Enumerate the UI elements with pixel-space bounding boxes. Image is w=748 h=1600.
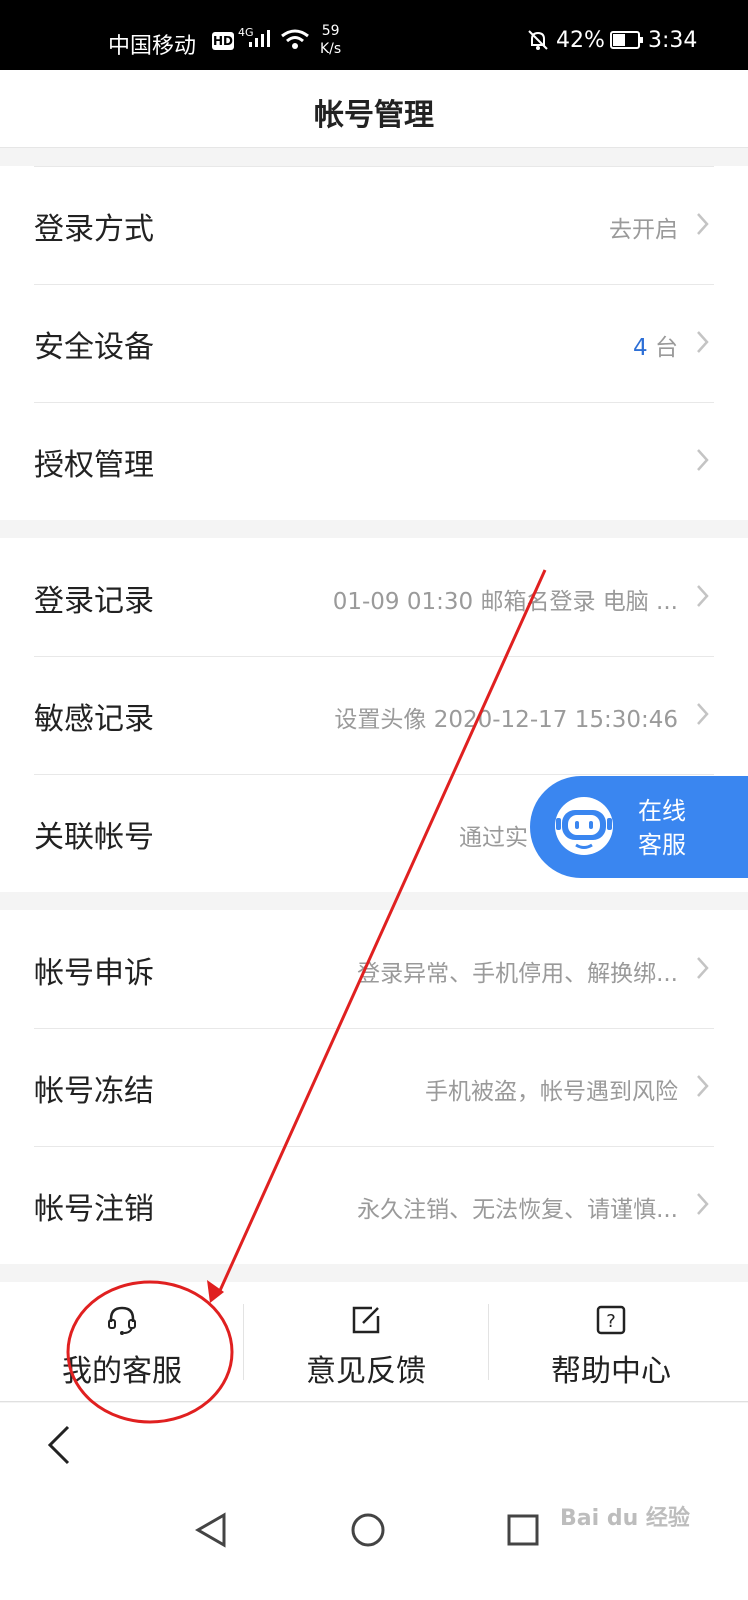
device-unit: 台 (647, 335, 678, 361)
row-value: 01-09 01:30 邮箱名登录 电脑 ... (332, 589, 678, 615)
online-service-button[interactable]: 在线客服 (530, 776, 748, 878)
row-account-cancel[interactable]: 帐号注销 永久注销、无法恢复、请谨慎... (0, 1146, 748, 1264)
row-value: 设置头像 2020-12-17 15:30:46 (334, 707, 678, 733)
robot-agent-icon (546, 796, 622, 862)
hd-badge: HD (212, 32, 234, 50)
back-bar (0, 1403, 748, 1487)
row-security-devices[interactable]: 安全设备 4 台 (0, 284, 748, 402)
network-speed: 59 K/s (320, 22, 341, 58)
settings-group-account: 帐号申诉 登录异常、手机停用、解换绑... 帐号冻结 手机被盗，帐号遇到风险 帐… (0, 910, 748, 1264)
divider (34, 1028, 714, 1029)
edit-icon (350, 1304, 382, 1340)
row-value: 手机被盗，帐号遇到风险 (425, 1079, 678, 1105)
page-header: 帐号管理 (0, 70, 748, 148)
row-label: 登录记录 (34, 584, 154, 619)
divider (34, 402, 714, 403)
row-label: 登录方式 (34, 212, 154, 247)
watermark: Bai du 经验 (560, 1506, 690, 1531)
clock: 3:34 (648, 28, 698, 53)
row-label: 关联帐号 (34, 820, 154, 855)
carrier-name: 中国移动 (108, 34, 197, 59)
row-sensitive-records[interactable]: 敏感记录 设置头像 2020-12-17 15:30:46 (0, 656, 748, 774)
tab-my-service[interactable]: 我的客服 (0, 1282, 244, 1402)
nav-home-circle-icon[interactable] (350, 1511, 386, 1553)
divider (34, 774, 714, 775)
help-icon: ? (595, 1304, 627, 1340)
tab-help-center[interactable]: ? 帮助中心 (489, 1282, 733, 1402)
row-label: 授权管理 (34, 448, 154, 483)
row-authorization[interactable]: 授权管理 (0, 402, 748, 520)
tab-label: 我的客服 (62, 1354, 182, 1389)
divider (34, 166, 714, 167)
row-value: 永久注销、无法恢复、请谨慎... (357, 1197, 678, 1223)
tab-feedback[interactable]: 意见反馈 (244, 1282, 488, 1402)
svg-text:?: ? (606, 1311, 616, 1332)
row-value: 去开启 (609, 217, 678, 243)
row-login-method[interactable]: 登录方式 去开启 (0, 166, 748, 284)
status-bar: 中国移动 HD 4G 59 K/s 42% 3:34 (0, 0, 748, 70)
row-value: 通过实 (459, 825, 528, 851)
wifi-icon (280, 28, 310, 54)
row-account-freeze[interactable]: 帐号冻结 手机被盗，帐号遇到风险 (0, 1028, 748, 1146)
tab-label: 帮助中心 (551, 1354, 671, 1389)
battery-percent: 42% (556, 28, 605, 53)
settings-group-security: 登录方式 去开启 安全设备 4 台 授权管理 (0, 166, 748, 520)
nav-back-triangle-icon[interactable] (194, 1511, 228, 1553)
nav-recent-square-icon[interactable] (506, 1511, 540, 1553)
mute-bell-icon (526, 28, 550, 56)
speed-unit: K/s (320, 41, 342, 57)
speed-value: 59 (321, 23, 340, 39)
chevron-right-icon (696, 702, 710, 730)
divider (34, 1146, 714, 1147)
battery-icon (610, 31, 644, 53)
device-count: 4 (633, 335, 648, 361)
chevron-right-icon (696, 330, 710, 358)
divider (34, 284, 714, 285)
online-service-label: 在线客服 (638, 797, 686, 859)
row-label: 帐号申诉 (34, 956, 154, 991)
bottom-tab-bar: 我的客服 意见反馈 ? 帮助中心 (0, 1282, 748, 1402)
row-label: 敏感记录 (34, 702, 154, 737)
row-label: 帐号冻结 (34, 1074, 154, 1109)
chevron-right-icon (696, 1192, 710, 1220)
headset-icon (106, 1304, 138, 1340)
row-label: 安全设备 (34, 330, 154, 365)
chevron-right-icon (696, 212, 710, 240)
chevron-right-icon (696, 448, 710, 476)
chevron-right-icon (696, 584, 710, 612)
chevron-right-icon (696, 1074, 710, 1102)
row-login-records[interactable]: 登录记录 01-09 01:30 邮箱名登录 电脑 ... (0, 538, 748, 656)
divider (34, 656, 714, 657)
back-arrow-icon[interactable] (44, 1423, 74, 1471)
tab-label: 意见反馈 (306, 1354, 426, 1389)
row-account-appeal[interactable]: 帐号申诉 登录异常、手机停用、解换绑... (0, 910, 748, 1028)
row-value: 4 台 (633, 328, 678, 362)
row-value: 登录异常、手机停用、解换绑... (357, 961, 678, 987)
chevron-right-icon (696, 956, 710, 984)
row-label: 帐号注销 (34, 1192, 154, 1227)
page-title: 帐号管理 (314, 98, 434, 133)
signal-icon (248, 28, 274, 52)
